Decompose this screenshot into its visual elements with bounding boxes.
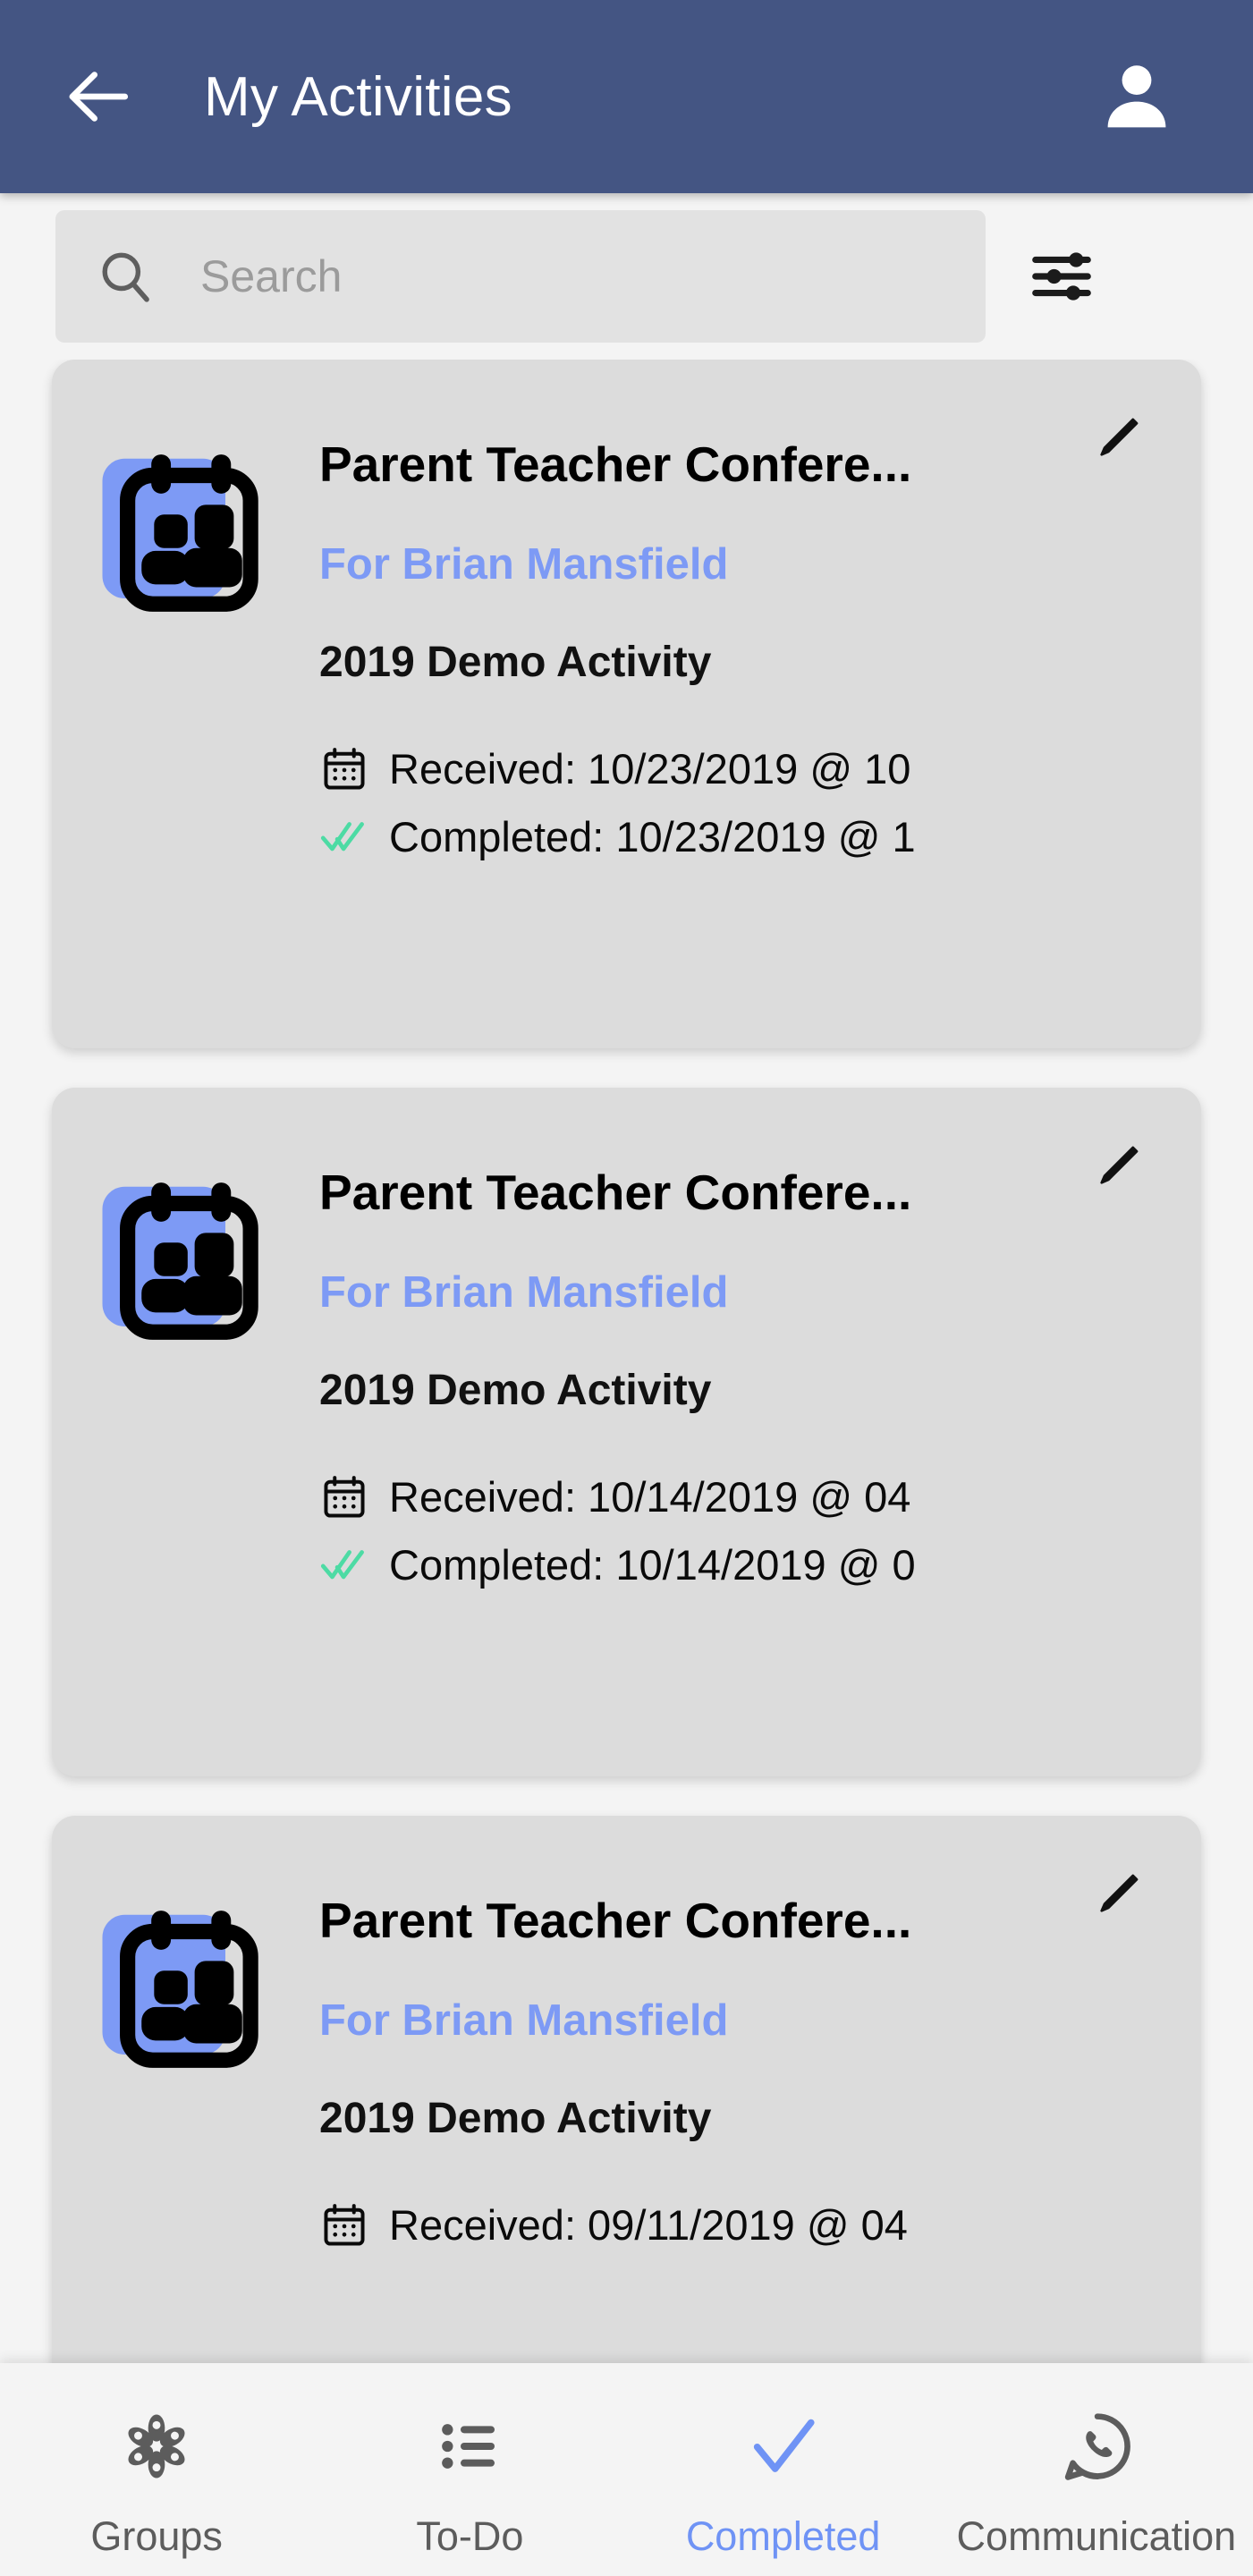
activity-icon-wrap [91, 1855, 292, 2363]
activity-card[interactable]: Parent Teacher Confere... For Brian Mans… [52, 1088, 1201, 1776]
chat-phone-icon [1057, 2402, 1136, 2490]
search-placeholder: Search [200, 251, 343, 301]
calendar-icon [319, 2200, 389, 2250]
received-text: Received: 10/14/2019 @ 04 [389, 1473, 911, 1521]
activity-recipient[interactable]: For Brian Mansfield [319, 539, 1165, 589]
pencil-edit-icon [1100, 418, 1139, 456]
edit-button[interactable] [1078, 1852, 1160, 1934]
completed-text: Completed: 10/14/2019 @ 0 [389, 1540, 916, 1589]
page-title: My Activities [204, 65, 512, 128]
nav-label-groups: Groups [90, 2513, 223, 2559]
double-check-icon [319, 1539, 389, 1589]
calendar-people-icon [102, 1182, 258, 1340]
app-header: My Activities [0, 0, 1253, 193]
nav-label-completed: Completed [685, 2513, 881, 2559]
filter-button[interactable] [1007, 222, 1116, 331]
app-screen: My Activities Search Parent Teacher Conf… [0, 0, 1253, 2576]
activity-recipient[interactable]: For Brian Mansfield [319, 1267, 1165, 1318]
activity-title: Parent Teacher Confere... [319, 436, 912, 492]
sliders-filter-icon [1032, 252, 1091, 301]
activity-group: 2019 Demo Activity [319, 1367, 712, 1415]
activity-group: 2019 Demo Activity [319, 2095, 712, 2143]
activity-title: Parent Teacher Confere... [319, 1165, 912, 1220]
activity-card[interactable]: Parent Teacher Confere... For Brian Mans… [52, 360, 1201, 1048]
activity-icon-wrap [91, 1127, 292, 1744]
calendar-people-icon [102, 1911, 258, 2068]
nav-label-communication: Communication [956, 2513, 1237, 2559]
nav-item-groups[interactable]: Groups [0, 2402, 313, 2560]
search-icon [93, 244, 157, 309]
pencil-edit-icon [1100, 1146, 1139, 1184]
activity-content: Parent Teacher Confere... For Brian Mans… [292, 399, 1165, 1016]
list-todo-icon [434, 2402, 505, 2490]
activity-meta: Received: 09/11/2019 @ 04 [319, 2197, 1165, 2253]
person-icon [1107, 65, 1166, 128]
arrow-left-icon [69, 72, 129, 122]
received-row: Received: 10/14/2019 @ 04 [319, 1469, 1165, 1525]
flower-groups-icon [118, 2402, 195, 2490]
activity-card[interactable]: Parent Teacher Confere... For Brian Mans… [52, 1816, 1201, 2363]
nav-label-todo: To-Do [416, 2513, 524, 2559]
calendar-people-icon [102, 454, 258, 612]
activity-content: Parent Teacher Confere... For Brian Mans… [292, 1127, 1165, 1744]
completed-text: Completed: 10/23/2019 @ 1 [389, 812, 916, 860]
activity-content: Parent Teacher Confere... For Brian Mans… [292, 1855, 1165, 2363]
calendar-icon [319, 744, 389, 794]
received-text: Received: 10/23/2019 @ 10 [389, 745, 911, 793]
calendar-icon [319, 1472, 389, 1522]
nav-item-communication[interactable]: Communication [940, 2402, 1253, 2560]
received-row: Received: 09/11/2019 @ 04 [319, 2197, 1165, 2253]
back-button[interactable] [50, 47, 148, 146]
double-check-icon [319, 811, 389, 861]
edit-button[interactable] [1078, 395, 1160, 478]
received-text: Received: 09/11/2019 @ 04 [389, 2201, 908, 2250]
search-bar: Search [0, 193, 1253, 360]
edit-button[interactable] [1078, 1123, 1160, 1206]
search-input[interactable]: Search [55, 210, 986, 343]
activity-group: 2019 Demo Activity [319, 639, 712, 687]
nav-item-completed[interactable]: Completed [627, 2402, 940, 2560]
pencil-edit-icon [1100, 1874, 1139, 1912]
activity-meta: Received: 10/14/2019 @ 04 Completed: 10/… [319, 1469, 1165, 1593]
completed-row: Completed: 10/14/2019 @ 0 [319, 1537, 1165, 1593]
bottom-navigation: Groups To-Do Completed Communication [0, 2363, 1253, 2576]
nav-item-todo[interactable]: To-Do [313, 2402, 626, 2560]
activity-icon-wrap [91, 399, 292, 1016]
received-row: Received: 10/23/2019 @ 10 [319, 741, 1165, 797]
activity-meta: Received: 10/23/2019 @ 10 Completed: 10/… [319, 741, 1165, 865]
completed-row: Completed: 10/23/2019 @ 1 [319, 809, 1165, 865]
activity-title: Parent Teacher Confere... [319, 1893, 912, 1948]
activity-recipient[interactable]: For Brian Mansfield [319, 1996, 1165, 2046]
activities-list[interactable]: Parent Teacher Confere... For Brian Mans… [0, 360, 1253, 2363]
check-icon [745, 2402, 822, 2490]
account-button[interactable] [1083, 43, 1190, 150]
